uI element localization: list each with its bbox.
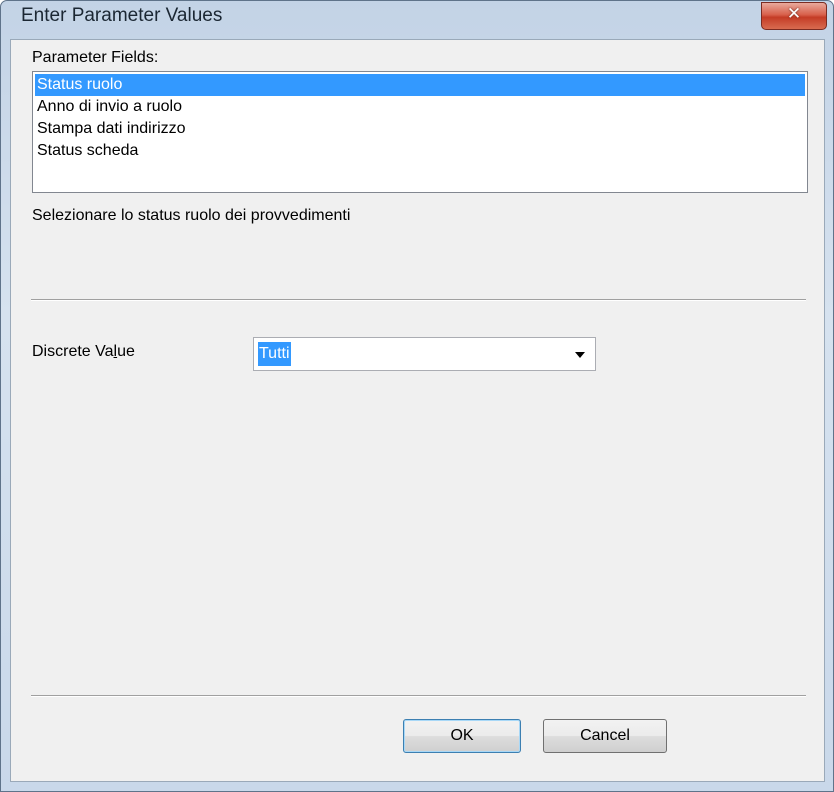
list-item-anno-di-invio-a-ruolo[interactable]: Anno di invio a ruolo bbox=[35, 96, 805, 118]
close-button[interactable]: ✕ bbox=[761, 2, 827, 30]
list-item-status-scheda[interactable]: Status scheda bbox=[35, 140, 805, 162]
list-item-stampa-dati-indirizzo[interactable]: Stampa dati indirizzo bbox=[35, 118, 805, 140]
parameter-fields-list[interactable]: Status ruolo Anno di invio a ruolo Stamp… bbox=[32, 71, 808, 193]
parameter-fields-label: Parameter Fields: bbox=[32, 49, 159, 66]
parameter-description: Selezionare lo status ruolo dei provvedi… bbox=[32, 207, 351, 224]
discrete-value-label: Discrete Value bbox=[32, 343, 135, 361]
separator-top bbox=[31, 299, 806, 301]
discrete-value-text[interactable]: Tutti bbox=[258, 342, 291, 366]
discrete-value-label-end: ue bbox=[117, 343, 135, 360]
dialog-window: Enter Parameter Values ✕ Parameter Field… bbox=[0, 0, 834, 792]
title-bar[interactable]: Enter Parameter Values ✕ bbox=[1, 1, 833, 31]
separator-bottom bbox=[31, 695, 806, 697]
cancel-button[interactable]: Cancel bbox=[543, 719, 667, 753]
discrete-value-label-start: Discrete Va bbox=[32, 343, 114, 360]
discrete-value-combobox[interactable]: Tutti bbox=[253, 337, 596, 371]
dropdown-arrow-icon[interactable] bbox=[575, 352, 585, 358]
ok-button[interactable]: OK bbox=[403, 719, 521, 753]
list-item-status-ruolo[interactable]: Status ruolo bbox=[35, 74, 805, 96]
window-title: Enter Parameter Values bbox=[21, 5, 223, 26]
close-icon: ✕ bbox=[786, 4, 802, 24]
